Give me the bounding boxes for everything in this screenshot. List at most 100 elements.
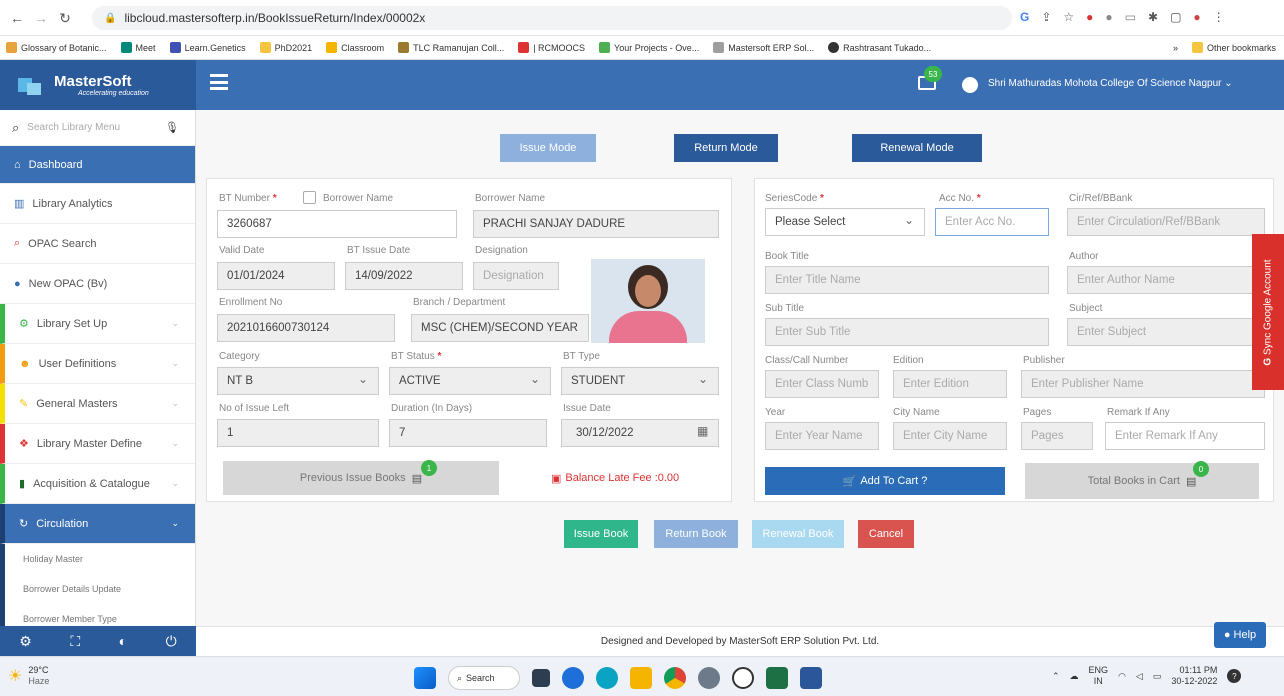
brand-logo[interactable]: MasterSoft Accelerating education: [0, 60, 196, 110]
previous-issue-books-button[interactable]: Previous Issue Books ▤: [223, 461, 499, 495]
other-bookmarks[interactable]: Other bookmarks: [1191, 42, 1276, 53]
renewal-book-button[interactable]: Renewal Book: [752, 520, 844, 548]
dell-app-icon[interactable]: [732, 667, 754, 689]
tray-overflow-icon[interactable]: ⌃: [1052, 671, 1060, 682]
series-code-select[interactable]: Please Select: [765, 208, 925, 236]
sidebar-subitem-borrower-details[interactable]: Borrower Details Update: [5, 574, 195, 604]
college-selector[interactable]: Shri Mathuradas Mohota College Of Scienc…: [988, 78, 1233, 89]
sidebar-subitem-holiday-master[interactable]: Holiday Master: [5, 544, 195, 574]
edge-browser-icon[interactable]: [562, 667, 584, 689]
cir-ref-input[interactable]: Enter Circulation/Ref/BBank: [1067, 208, 1265, 236]
language-indicator[interactable]: ENG IN: [1089, 665, 1109, 687]
bookmark-item[interactable]: Meet: [120, 42, 156, 53]
chrome-browser-icon[interactable]: [664, 667, 686, 689]
bookmark-item[interactable]: PhD2021: [259, 42, 312, 53]
word-icon[interactable]: [800, 667, 822, 689]
bookmark-item[interactable]: Learn.Genetics: [169, 42, 246, 53]
calendar-icon[interactable]: ▦: [697, 424, 708, 438]
eye-slash-icon[interactable]: ◐: [119, 633, 127, 649]
remark-input[interactable]: Enter Remark If Any: [1105, 422, 1265, 450]
google-icon[interactable]: G: [1020, 10, 1029, 24]
weather-widget[interactable]: ☀ 29°C Haze: [8, 665, 49, 687]
sidepanel-icon[interactable]: ▢: [1170, 10, 1181, 24]
issue-mode-button[interactable]: Issue Mode: [500, 134, 596, 162]
return-book-button[interactable]: Return Book: [654, 520, 738, 548]
bt-status-select[interactable]: ACTIVE: [389, 367, 551, 395]
settings-app-icon[interactable]: [698, 667, 720, 689]
bookmark-item[interactable]: Rashtrasant Tukado...: [828, 42, 931, 53]
settings-icon[interactable]: ⚙: [19, 633, 32, 650]
sub-title-input[interactable]: Enter Sub Title: [765, 318, 1049, 346]
microphone-icon[interactable]: 🎙: [165, 121, 179, 134]
profile-avatar[interactable]: ●: [1193, 10, 1200, 24]
help-button[interactable]: ● Help: [1214, 622, 1266, 648]
bookmark-item[interactable]: Your Projects - Ove...: [599, 42, 699, 53]
extensions-puzzle-icon[interactable]: ✱: [1148, 10, 1158, 24]
bt-issue-date-input[interactable]: 14/09/2022: [345, 262, 463, 290]
publisher-input[interactable]: Enter Publisher Name: [1021, 370, 1265, 398]
extension-icon[interactable]: ●: [1105, 10, 1112, 24]
excel-icon[interactable]: [766, 667, 788, 689]
task-view-icon[interactable]: [532, 669, 550, 687]
user-avatar[interactable]: [962, 77, 978, 93]
sidebar-item-opac-search[interactable]: ⌕ OPAC Search: [0, 224, 195, 264]
fullscreen-icon[interactable]: ⛶: [70, 633, 80, 650]
bookmark-item[interactable]: Glossary of Botanic...: [6, 42, 107, 53]
return-mode-button[interactable]: Return Mode: [674, 134, 778, 162]
year-input[interactable]: Enter Year Name: [765, 422, 879, 450]
renewal-mode-button[interactable]: Renewal Mode: [852, 134, 982, 162]
address-bar[interactable]: 🔒 libcloud.mastersofterp.in/BookIssueRet…: [92, 6, 1012, 30]
sidebar-item-library-setup[interactable]: ⚙ Library Set Up ⌄: [0, 304, 195, 344]
clock[interactable]: 01:11 PM 30-12-2022: [1171, 665, 1217, 687]
bookmark-item[interactable]: TLC Ramanujan Coll...: [398, 42, 504, 53]
windows-start-icon[interactable]: [414, 667, 436, 689]
author-input[interactable]: Enter Author Name: [1067, 266, 1265, 294]
sidebar-search[interactable]: ⌕ Search Library Menu 🎙: [0, 110, 195, 146]
file-explorer-icon[interactable]: [630, 667, 652, 689]
volume-icon[interactable]: ◁: [1136, 671, 1143, 682]
edition-input[interactable]: Enter Edition: [893, 370, 1007, 398]
chrome-alt-icon[interactable]: [596, 667, 618, 689]
back-icon[interactable]: ←: [8, 9, 26, 27]
add-to-cart-button[interactable]: 🛒 Add To Cart ?: [765, 467, 1005, 495]
issue-book-button[interactable]: Issue Book: [564, 520, 638, 548]
subject-input[interactable]: Enter Subject: [1067, 318, 1265, 346]
bookmark-item[interactable]: Mastersoft ERP Sol...: [713, 42, 814, 53]
sidebar-item-dashboard[interactable]: ⌂ Dashboard: [0, 146, 195, 184]
borrower-name-checkbox[interactable]: [303, 191, 316, 204]
sync-google-tab[interactable]: G Sync Google Account: [1252, 234, 1284, 390]
bookmark-item[interactable]: Classroom: [326, 42, 384, 53]
reload-icon[interactable]: ↻: [56, 9, 74, 27]
sidebar-item-new-opac[interactable]: ● New OPAC (Bv): [0, 264, 195, 304]
valid-date-input[interactable]: 01/01/2024: [217, 262, 335, 290]
borrower-name-input[interactable]: PRACHI SANJAY DADURE: [473, 210, 719, 238]
category-select[interactable]: NT B: [217, 367, 379, 395]
wifi-icon[interactable]: ◠: [1118, 671, 1126, 682]
share-icon[interactable]: ⇪: [1041, 10, 1051, 24]
branch-input[interactable]: MSC (CHEM)/SECOND YEAR: [411, 314, 589, 342]
class-number-input[interactable]: Enter Class Numb: [765, 370, 879, 398]
power-icon[interactable]: ⏻: [166, 633, 177, 650]
taskbar-search[interactable]: ⌕ Search: [448, 666, 520, 690]
designation-input[interactable]: Designation: [473, 262, 559, 290]
forward-icon[interactable]: →: [32, 9, 50, 27]
sidebar-item-acquisition[interactable]: ▮ Acquisition & Catalogue ⌄: [0, 464, 195, 504]
star-icon[interactable]: ☆: [1063, 10, 1074, 24]
bookmark-more-icon[interactable]: »: [1173, 43, 1178, 53]
sidebar-item-circulation[interactable]: ↻ Circulation ⌄: [0, 504, 195, 544]
book-title-input[interactable]: Enter Title Name: [765, 266, 1049, 294]
enrollment-input[interactable]: 2021016600730124: [217, 314, 395, 342]
cloud-icon[interactable]: ☁: [1070, 671, 1079, 682]
pages-input[interactable]: Pages: [1021, 422, 1093, 450]
sidebar-search-input[interactable]: Search Library Menu: [27, 122, 120, 133]
sidebar-item-user-definitions[interactable]: ☻ User Definitions ⌄: [0, 344, 195, 384]
cancel-button[interactable]: Cancel: [858, 520, 914, 548]
extension-icon[interactable]: ●: [1086, 10, 1093, 24]
bookmark-item[interactable]: | RCMOOCS: [518, 42, 585, 53]
notification-center-icon[interactable]: ?: [1227, 669, 1242, 683]
sidebar-item-library-analytics[interactable]: ▥ Library Analytics: [0, 184, 195, 224]
menu-kebab-icon[interactable]: ⋮: [1213, 10, 1225, 24]
extension-icon[interactable]: ▭: [1125, 10, 1136, 24]
issue-date-input[interactable]: 30/12/2022: [561, 419, 719, 447]
issue-left-input[interactable]: 1: [217, 419, 379, 447]
